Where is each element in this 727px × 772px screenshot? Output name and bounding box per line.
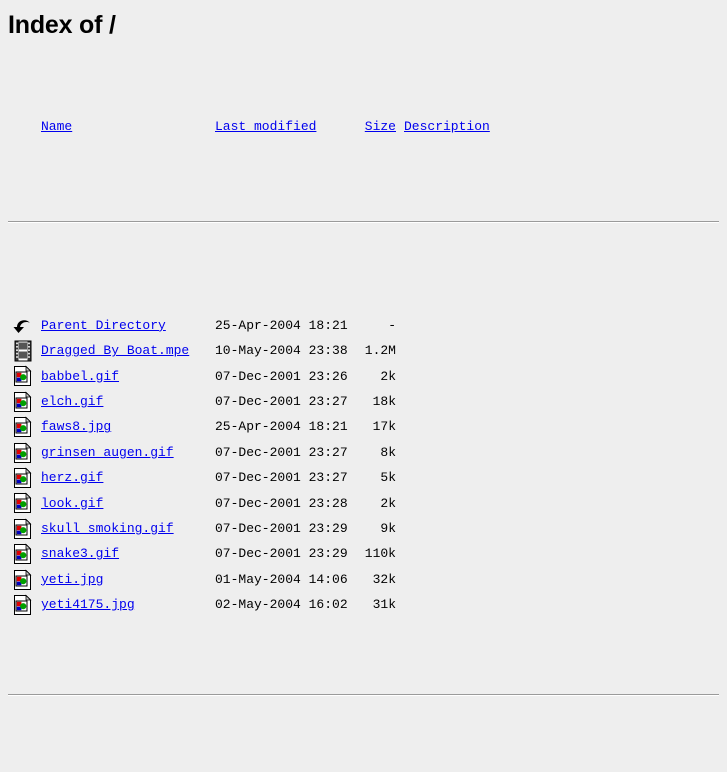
table-row: snake3.gif 07-Dec-2001 23:29 110k: [8, 541, 719, 566]
last-modified-cell: 07-Dec-2001 23:27: [215, 444, 348, 460]
sort-by-description-link[interactable]: Description: [404, 119, 490, 134]
file-name-cell: yeti.jpg: [41, 567, 103, 592]
file-link[interactable]: yeti.jpg: [41, 572, 103, 587]
image-file-icon: [13, 391, 33, 413]
column-header-description-cell: Description: [404, 114, 490, 140]
column-header-name-cell: Name: [41, 114, 72, 140]
image-file-icon: [13, 543, 33, 565]
size-cell: 8k: [380, 444, 396, 460]
table-row: elch.gif 07-Dec-2001 23:27 18k: [8, 389, 719, 414]
column-header-size-cell: Size: [356, 114, 396, 140]
back-arrow-icon: [13, 315, 33, 337]
file-name-cell: grinsen augen.gif: [41, 440, 174, 465]
table-row: look.gif 07-Dec-2001 23:28 2k: [8, 491, 719, 516]
table-row: grinsen augen.gif 07-Dec-2001 23:27 8k: [8, 440, 719, 465]
size-cell: 18k: [372, 394, 396, 410]
file-link[interactable]: look.gif: [41, 496, 103, 511]
table-row: Parent Directory 25-Apr-2004 18:21 -: [8, 313, 719, 338]
directory-listing: Name Last modified Size Description Pare…: [8, 38, 719, 772]
table-row: herz.gif 07-Dec-2001 23:27 5k: [8, 465, 719, 490]
file-link[interactable]: grinsen augen.gif: [41, 445, 174, 460]
last-modified-cell: 25-Apr-2004 18:21: [215, 419, 348, 435]
file-name-cell: Dragged By Boat.mpe: [41, 338, 189, 363]
table-row: skull smoking.gif 07-Dec-2001 23:29 9k: [8, 516, 719, 541]
file-name-cell: look.gif: [41, 491, 103, 516]
movie-film-icon: [13, 340, 33, 362]
size-cell: 2k: [380, 495, 396, 511]
table-header-row: Name Last modified Size Description: [8, 114, 719, 140]
file-name-cell: Parent Directory: [41, 313, 166, 338]
file-link[interactable]: yeti4175.jpg: [41, 597, 135, 612]
file-name-cell: babbel.gif: [41, 364, 119, 389]
image-file-icon: [13, 416, 33, 438]
size-cell: 9k: [380, 521, 396, 537]
table-row: yeti4175.jpg 02-May-2004 16:02 31k: [8, 592, 719, 617]
footer-divider: [8, 693, 719, 696]
size-cell: 5k: [380, 470, 396, 486]
table-row: faws8.jpg 25-Apr-2004 18:21 17k: [8, 414, 719, 439]
image-file-icon: [13, 518, 33, 540]
file-link[interactable]: Dragged By Boat.mpe: [41, 343, 189, 358]
file-name-cell: faws8.jpg: [41, 414, 111, 439]
last-modified-cell: 01-May-2004 14:06: [215, 571, 348, 587]
file-name-cell: elch.gif: [41, 389, 103, 414]
size-cell: 32k: [372, 571, 396, 587]
table-row: babbel.gif 07-Dec-2001 23:26 2k: [8, 364, 719, 389]
image-file-icon: [13, 492, 33, 514]
last-modified-cell: 07-Dec-2001 23:26: [215, 368, 348, 384]
last-modified-cell: 07-Dec-2001 23:27: [215, 470, 348, 486]
size-cell: 2k: [380, 368, 396, 384]
table-row: Dragged By Boat.mpe 10-May-2004 23:38 1.2M: [8, 338, 719, 363]
size-cell: 31k: [372, 597, 396, 613]
table-row: yeti.jpg 01-May-2004 14:06 32k: [8, 567, 719, 592]
header-divider: [8, 220, 719, 223]
file-name-cell: yeti4175.jpg: [41, 592, 135, 617]
file-link[interactable]: elch.gif: [41, 394, 103, 409]
last-modified-cell: 25-Apr-2004 18:21: [215, 317, 348, 333]
size-cell: 110k: [364, 546, 396, 562]
file-rows-container: Parent Directory 25-Apr-2004 18:21 - Dragge…: [8, 299, 719, 618]
file-name-cell: herz.gif: [41, 465, 103, 490]
file-link[interactable]: babbel.gif: [41, 369, 119, 384]
file-link[interactable]: herz.gif: [41, 470, 103, 485]
last-modified-cell: 07-Dec-2001 23:29: [215, 546, 348, 562]
image-file-icon: [13, 569, 33, 591]
parent-directory-link[interactable]: Parent Directory: [41, 318, 166, 333]
file-name-cell: skull smoking.gif: [41, 516, 174, 541]
size-cell: 1.2M: [364, 343, 396, 359]
image-file-icon: [13, 467, 33, 489]
sort-by-name-link[interactable]: Name: [41, 119, 72, 134]
image-file-icon: [13, 442, 33, 464]
image-file-icon: [13, 594, 33, 616]
file-link[interactable]: skull smoking.gif: [41, 521, 174, 536]
sort-by-last-modified-link[interactable]: Last modified: [215, 119, 316, 134]
sort-by-size-link[interactable]: Size: [365, 119, 396, 134]
size-cell: 17k: [372, 419, 396, 435]
column-header-date-cell: Last modified: [215, 114, 316, 140]
size-cell: -: [388, 317, 396, 333]
file-link[interactable]: snake3.gif: [41, 546, 119, 561]
last-modified-cell: 02-May-2004 16:02: [215, 597, 348, 613]
page-title: Index of /: [8, 11, 116, 39]
last-modified-cell: 07-Dec-2001 23:28: [215, 495, 348, 511]
last-modified-cell: 07-Dec-2001 23:27: [215, 394, 348, 410]
last-modified-cell: 10-May-2004 23:38: [215, 343, 348, 359]
directory-index-page: Index of / Name Last modified Size Descr…: [0, 0, 727, 772]
image-file-icon: [13, 365, 33, 387]
file-link[interactable]: faws8.jpg: [41, 419, 111, 434]
file-name-cell: snake3.gif: [41, 541, 119, 566]
last-modified-cell: 07-Dec-2001 23:29: [215, 521, 348, 537]
